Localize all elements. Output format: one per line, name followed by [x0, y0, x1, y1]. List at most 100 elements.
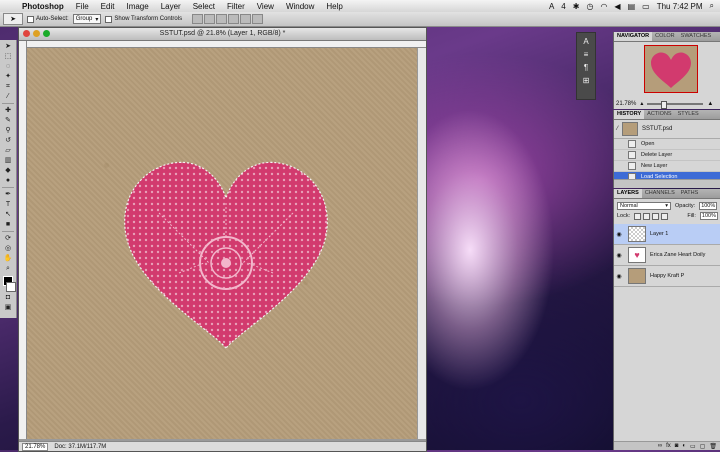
vertical-ruler[interactable] — [19, 41, 27, 439]
menu-help[interactable]: Help — [320, 2, 348, 11]
align-bottom-icon[interactable] — [216, 14, 228, 24]
lock-transparency-icon[interactable] — [634, 212, 642, 220]
eye-icon[interactable]: ◉ — [614, 231, 624, 238]
tab-layers[interactable]: LAYERS — [614, 189, 642, 198]
eye-icon[interactable]: ◉ — [614, 273, 624, 280]
menu-view[interactable]: View — [251, 2, 280, 11]
clock[interactable]: Thu 7:42 PM — [657, 2, 703, 11]
add-mask-icon[interactable]: ◙ — [675, 443, 679, 449]
eyedropper-tool-icon[interactable]: ⁄ — [2, 92, 14, 101]
slider-handle[interactable] — [661, 100, 668, 109]
navigator-zoom-slider[interactable] — [647, 100, 704, 109]
wifi-icon[interactable]: ◠ — [600, 2, 607, 11]
clone-stamp-tool-icon[interactable]: ⚲ — [2, 126, 14, 135]
brushes-panel-icon[interactable]: ≡ — [584, 50, 589, 59]
menu-edit[interactable]: Edit — [95, 2, 121, 11]
align-center-icon[interactable] — [240, 14, 252, 24]
layer-row-layer-1[interactable]: ◉ Layer 1 — [614, 224, 720, 245]
minimize-window-button[interactable] — [33, 30, 40, 37]
3d-rotate-tool-icon[interactable]: ⟳ — [2, 234, 14, 243]
3d-orbit-tool-icon[interactable]: ◎ — [2, 244, 14, 253]
magic-wand-tool-icon[interactable]: ✦ — [2, 72, 14, 81]
history-step[interactable]: Delete Layer — [614, 150, 720, 161]
eye-icon[interactable]: ◉ — [614, 252, 624, 259]
lock-pixels-icon[interactable] — [643, 212, 651, 220]
auto-select-target-dropdown[interactable]: Group ▾ — [72, 14, 102, 24]
layer-style-icon[interactable]: fx — [666, 443, 671, 449]
tab-styles[interactable]: STYLES — [675, 110, 702, 119]
history-brush-tool-icon[interactable]: ↺ — [2, 136, 14, 145]
document-title-bar[interactable]: SSTUT.psd @ 21.8% (Layer 1, RGB/8) * — [19, 28, 426, 41]
screen-mode-icon[interactable]: ▣ — [2, 303, 14, 312]
blur-tool-icon[interactable]: ◆ — [2, 166, 14, 175]
tab-history[interactable]: HISTORY — [614, 110, 645, 119]
lock-all-icon[interactable] — [661, 212, 669, 220]
hand-tool-icon[interactable]: ✋ — [2, 254, 14, 263]
image-canvas[interactable] — [27, 48, 425, 439]
spotlight-search-icon[interactable]: ⌕ — [710, 1, 714, 11]
menu-window[interactable]: Window — [280, 2, 320, 11]
menu-select[interactable]: Select — [187, 2, 221, 11]
blend-mode-dropdown[interactable]: Normal ▾ — [617, 202, 671, 210]
character-panel-icon[interactable]: A — [583, 37, 588, 46]
align-top-icon[interactable] — [192, 14, 204, 24]
lasso-tool-icon[interactable]: ◌ — [2, 62, 14, 71]
link-layers-icon[interactable]: ∞ — [658, 443, 662, 449]
opacity-field[interactable]: 100% — [699, 202, 718, 210]
crop-tool-icon[interactable]: ⌗ — [2, 82, 14, 91]
delete-layer-icon[interactable]: 🗑 — [709, 443, 717, 450]
history-step[interactable]: Open — [614, 139, 720, 150]
eraser-tool-icon[interactable]: ▱ — [2, 146, 14, 155]
path-selection-tool-icon[interactable]: ↖ — [2, 210, 14, 219]
zoom-tool-icon[interactable]: ⌕ — [2, 264, 14, 273]
menu-photoshop[interactable]: Photoshop — [16, 2, 70, 11]
type-tool-icon[interactable]: T — [2, 200, 14, 209]
layer-row-kraft[interactable]: ◉ Happy Kraft P — [614, 266, 720, 287]
time-machine-icon[interactable]: ◷ — [586, 2, 593, 11]
paragraph-panel-icon[interactable]: ¶ — [584, 63, 588, 72]
volume-icon[interactable]: ◀ — [614, 2, 620, 11]
new-group-icon[interactable]: ▭ — [690, 443, 696, 450]
background-color-swatch[interactable] — [5, 282, 16, 292]
adjustment-layer-icon[interactable]: ◐ — [682, 443, 686, 449]
dodge-tool-icon[interactable]: ● — [2, 176, 14, 185]
marquee-tool-icon[interactable]: ⬚ — [2, 52, 14, 61]
battery-icon[interactable]: ▭ — [642, 2, 650, 11]
move-tool-preset-icon[interactable]: ➤ — [3, 13, 23, 25]
layer-row-heart-doily[interactable]: ◉ ♥ Erica Zane Heart Doily — [614, 245, 720, 266]
new-layer-icon[interactable]: ▢ — [700, 443, 706, 450]
quick-mask-icon[interactable]: ◘ — [2, 293, 14, 302]
zoom-out-icon[interactable]: ▴ — [640, 100, 643, 107]
doc-size-info[interactable]: Doc: 37.1M/117.7M — [54, 444, 106, 450]
flag-icon[interactable]: ▤ — [628, 2, 636, 11]
shape-tool-icon[interactable]: ■ — [2, 220, 14, 229]
healing-brush-tool-icon[interactable]: ✚ — [2, 106, 14, 115]
menu-layer[interactable]: Layer — [155, 2, 187, 11]
close-window-button[interactable] — [23, 30, 30, 37]
align-left-icon[interactable] — [228, 14, 240, 24]
show-transform-controls-checkbox[interactable]: Show Transform Controls — [105, 15, 182, 23]
navigator-thumbnail[interactable] — [644, 45, 698, 93]
brush-tool-icon[interactable]: ✎ — [2, 116, 14, 125]
tab-color[interactable]: COLOR — [652, 32, 678, 41]
menu-filter[interactable]: Filter — [221, 2, 251, 11]
auto-select-checkbox[interactable]: Auto-Select: — [27, 15, 69, 23]
tab-channels[interactable]: CHANNELS — [642, 189, 678, 198]
tab-actions[interactable]: ACTIONS — [644, 110, 674, 119]
navigator-zoom-value[interactable]: 21.78% — [616, 101, 636, 107]
align-right-icon[interactable] — [252, 14, 264, 24]
move-tool-icon[interactable]: ➤ — [2, 42, 14, 51]
adobe-status-icon[interactable]: A — [549, 2, 554, 11]
menu-file[interactable]: File — [70, 2, 95, 11]
fill-field[interactable]: 100% — [699, 212, 718, 220]
align-middle-icon[interactable] — [204, 14, 216, 24]
pen-tool-icon[interactable]: ✒ — [2, 190, 14, 199]
history-brush-source-icon[interactable]: ⁄ — [617, 126, 618, 132]
horizontal-ruler[interactable] — [26, 41, 426, 48]
history-step[interactable]: New Layer — [614, 161, 720, 172]
lock-position-icon[interactable] — [652, 212, 660, 220]
tab-navigator[interactable]: NAVIGATOR — [614, 32, 653, 41]
menu-image[interactable]: Image — [120, 2, 154, 11]
gradient-tool-icon[interactable]: ▥ — [2, 156, 14, 165]
bluetooth-icon[interactable]: ✱ — [573, 2, 580, 11]
